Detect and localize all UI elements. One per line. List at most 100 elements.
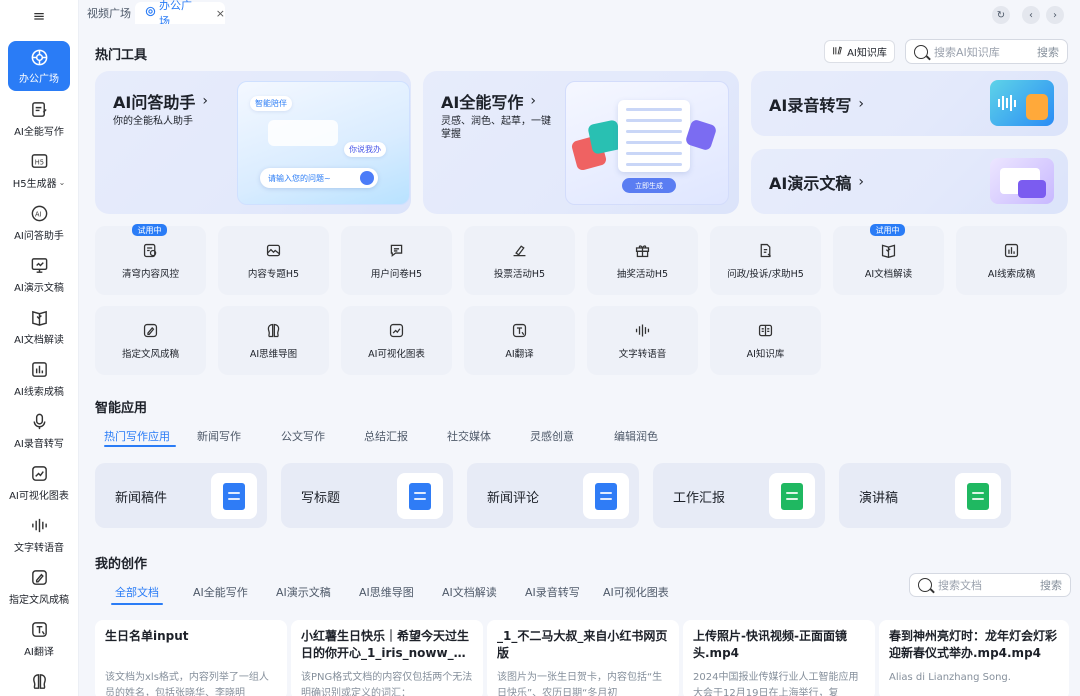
sidebar-item-label: AI可视化图表 <box>9 491 69 502</box>
tool-ai-doc-read[interactable]: 试用中 AI文档解读 <box>833 224 944 295</box>
chevron-right-icon: › <box>858 174 864 190</box>
sidebar-item-office-square[interactable]: 办公广场 <box>8 41 70 91</box>
app-card-news-comment[interactable]: 新闻评论 <box>467 463 639 528</box>
card-ai-qa[interactable]: AI问答助手 › 你的全能私人助手 智能陪伴 你说我办 请输入您的问题~ <box>95 71 411 214</box>
sidebar-item-ai-qa[interactable]: AI AI问答助手 <box>8 203 70 242</box>
sidebar-item-label: 指定文风成稿 <box>9 595 69 606</box>
app-card-work-report[interactable]: 工作汇报 <box>653 463 825 528</box>
card-title: AI演示文稿 <box>769 174 852 193</box>
sidebar-item-ai-translate[interactable]: AI翻译 <box>8 619 70 658</box>
sidebar-item-h5-generator[interactable]: H5 H5生成器 ⌄ <box>8 151 70 190</box>
card-ai-writing[interactable]: AI全能写作 › 灵感、润色、起草，一键掌握 立即生成 <box>423 71 739 214</box>
card-desc: 灵感、润色、起草，一键掌握 <box>441 116 551 140</box>
sidebar-item-label: AI翻译 <box>24 647 54 658</box>
knowledge-search-input[interactable]: 搜索AI知识库 搜索 <box>905 39 1068 64</box>
doc-card[interactable]: 小红薯生日快乐｜希望今天过生日的你开心_1_iris_noww_… 该PNG格式… <box>291 620 483 696</box>
tab-ai-mindmap-docs[interactable]: AI思维导图 <box>359 584 414 600</box>
chart-icon <box>388 321 406 339</box>
writing-illustration: 立即生成 <box>565 81 729 205</box>
sidebar-item-ai-ppt[interactable]: AI演示文稿 <box>8 255 70 294</box>
news-doc-icon <box>211 473 257 519</box>
tab-office-square[interactable]: 办公广场 × <box>135 0 225 28</box>
report-doc-icon <box>757 241 775 259</box>
sidebar-item-style-writing[interactable]: 指定文风成稿 <box>8 567 70 606</box>
tab-summary-report[interactable]: 总结汇报 <box>364 428 408 444</box>
sidebar-item-ai-record[interactable]: AI录音转写 <box>8 411 70 450</box>
doc-card[interactable]: 生日名单input 该文档为xls格式，内容列举了一组人员的姓名，包括张晓华、李… <box>95 620 287 696</box>
tool-label: AI文档解读 <box>864 269 913 280</box>
tab-ai-docread-docs[interactable]: AI文档解读 <box>442 584 497 600</box>
record-illustration <box>990 80 1054 126</box>
sidebar-item-label: AI演示文稿 <box>14 283 64 294</box>
tab-social-media[interactable]: 社交媒体 <box>447 428 491 444</box>
sidebar-item-ai-chart[interactable]: AI可视化图表 <box>8 463 70 502</box>
tool-knowledge-base[interactable]: AI知识库 <box>710 306 821 375</box>
gift-icon <box>634 241 652 259</box>
app-card-speech[interactable]: 演讲稿 <box>839 463 1011 528</box>
tool-chart[interactable]: AI可视化图表 <box>341 306 452 375</box>
chevron-left-icon[interactable]: ‹ <box>1022 6 1040 24</box>
tool-translate[interactable]: AI翻译 <box>464 306 575 375</box>
sidebar-item-label: H5生成器 <box>12 179 57 190</box>
tool-label: 清穹内容风控 <box>121 269 179 280</box>
section-title-smart-apps: 智能应用 <box>95 401 148 416</box>
tab-underline <box>111 603 163 605</box>
tool-topic-h5[interactable]: 内容专题H5 <box>218 226 329 295</box>
tool-label: 指定文风成稿 <box>121 349 179 360</box>
chart-icon <box>29 463 49 483</box>
tab-ai-writing-docs[interactable]: AI全能写作 <box>193 584 248 600</box>
doc-search-input[interactable]: 搜索文档 搜索 <box>909 573 1071 597</box>
doc-card[interactable]: 上传照片-快讯视频-正面面镜头.mp4 2024中国报业传媒行业人工智能应用大会… <box>683 620 875 696</box>
tab-hot-writing[interactable]: 热门写作应用 <box>104 428 170 444</box>
chevron-right-icon[interactable]: › <box>1046 6 1064 24</box>
knowledge-base-button[interactable]: AI知识库 <box>824 40 895 63</box>
refresh-icon[interactable]: ↻ <box>992 6 1010 24</box>
tool-vote-h5[interactable]: 投票活动H5 <box>464 226 575 295</box>
tool-ai-clue[interactable]: AI线索成稿 <box>956 226 1067 295</box>
qa-illustration: 智能陪伴 你说我办 请输入您的问题~ <box>237 81 410 205</box>
tab-ai-record-docs[interactable]: AI录音转写 <box>525 584 580 600</box>
card-ai-ppt[interactable]: AI演示文稿 › <box>751 149 1068 214</box>
sidebar-item-label: AI线索成稿 <box>14 387 64 398</box>
sidebar-item-tts[interactable]: 文字转语音 <box>8 515 70 554</box>
tab-inspiration[interactable]: 灵感创意 <box>530 428 574 444</box>
tool-complaint-h5[interactable]: 问政/投诉/求助H5 <box>710 226 821 295</box>
doc-card[interactable]: _1_不二马大叔_来自小红书网页版 该图片为一张生日贺卡，内容包括“生日快乐”、… <box>487 620 679 696</box>
waveform-icon <box>29 515 49 535</box>
comment-doc-icon <box>583 473 629 519</box>
tool-content-risk[interactable]: 试用中 清穹内容风控 <box>95 224 206 295</box>
tab-video-square[interactable]: 视频广场 <box>87 2 131 24</box>
doc-card[interactable]: 春到神州亮灯时：龙年灯会灯彩迎新春仪式举办.mp4.mp4 Alias di L… <box>879 620 1069 696</box>
card-ai-record[interactable]: AI录音转写 › <box>751 71 1068 136</box>
menu-icon[interactable]: ≡ <box>27 7 51 25</box>
tab-ai-ppt-docs[interactable]: AI演示文稿 <box>276 584 331 600</box>
close-icon[interactable]: × <box>216 7 225 20</box>
library-icon <box>832 45 843 59</box>
qa-message-bubble <box>268 120 338 146</box>
tool-mindmap[interactable]: AI思维导图 <box>218 306 329 375</box>
trial-badge: 试用中 <box>132 224 167 236</box>
sidebar-item-label: AI问答助手 <box>14 231 64 242</box>
tab-editing[interactable]: 编辑润色 <box>614 428 658 444</box>
sidebar-item-mindmap[interactable] <box>8 671 70 691</box>
app-card-headline[interactable]: 写标题 <box>281 463 453 528</box>
tab-all-docs[interactable]: 全部文档 <box>115 584 159 600</box>
tool-tts[interactable]: 文字转语音 <box>587 306 698 375</box>
tool-style-writing[interactable]: 指定文风成稿 <box>95 306 206 375</box>
sidebar-item-ai-writing[interactable]: AI全能写作 <box>8 99 70 138</box>
microphone-icon <box>29 411 49 431</box>
vote-icon <box>511 241 529 259</box>
tab-ai-chart-docs[interactable]: AI可视化图表 <box>603 584 669 600</box>
speech-doc-icon <box>955 473 1001 519</box>
tab-official-writing[interactable]: 公文写作 <box>281 428 325 444</box>
search-button[interactable]: 搜索 <box>1040 577 1062 593</box>
tool-lottery-h5[interactable]: 抽奖活动H5 <box>587 226 698 295</box>
app-card-news-draft[interactable]: 新闻稿件 <box>95 463 267 528</box>
sidebar-item-ai-clue[interactable]: AI线索成稿 <box>8 359 70 398</box>
tab-news-writing[interactable]: 新闻写作 <box>197 428 241 444</box>
chevron-down-icon[interactable]: ⌄ <box>59 178 66 187</box>
sidebar-item-ai-doc-read[interactable]: AI文档解读 <box>8 307 70 346</box>
doc-card-desc: 该文档为xls格式，内容列举了一组人员的姓名，包括张晓华、李晓明 <box>105 672 269 696</box>
tool-survey-h5[interactable]: 用户问卷H5 <box>341 226 452 295</box>
search-button[interactable]: 搜索 <box>1037 44 1059 60</box>
